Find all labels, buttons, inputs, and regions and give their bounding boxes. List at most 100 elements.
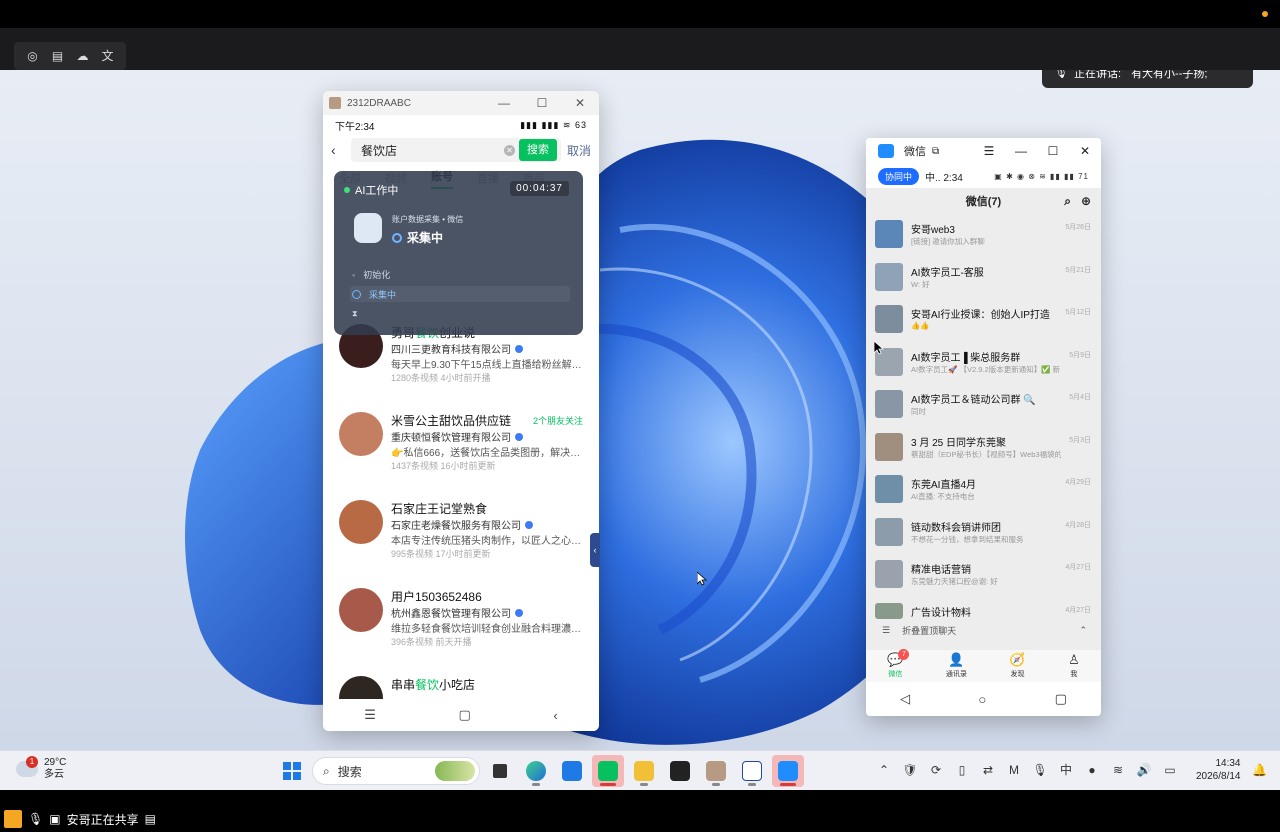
phone-window-titlebar[interactable]: 2312DRAABC — ☐ ✕ bbox=[323, 91, 599, 115]
cancel-button[interactable]: 取消 bbox=[567, 142, 591, 159]
clock-date: 2026/8/14 bbox=[1196, 771, 1241, 782]
step-dot-icon: ◦ bbox=[352, 269, 356, 280]
m-tray-icon[interactable]: M bbox=[1006, 763, 1022, 777]
add-icon[interactable]: ⊕ bbox=[1081, 194, 1091, 209]
verified-icon bbox=[525, 520, 533, 529]
security-icon[interactable]: 🛡 bbox=[902, 763, 918, 777]
minimize-button[interactable]: — bbox=[485, 96, 523, 110]
microphone-icon[interactable]: 🎙 bbox=[1032, 763, 1048, 777]
ai-panel-header: AI工作中 bbox=[344, 182, 398, 198]
chat-item[interactable]: 广告设计物料 4月27日 bbox=[866, 597, 1101, 619]
input-language[interactable]: 中 bbox=[1058, 761, 1074, 778]
recent-apps-button[interactable]: ▢ bbox=[1055, 691, 1067, 707]
wifi-icon[interactable]: ≋ bbox=[1110, 763, 1126, 777]
annotate-icon[interactable]: ▤ bbox=[51, 49, 65, 63]
clear-icon[interactable]: ✕ bbox=[503, 144, 515, 156]
clock-time: 14:34 bbox=[1215, 758, 1241, 769]
tab-contacts[interactable]: 👤 通讯录 bbox=[946, 653, 967, 679]
chat-item[interactable]: AI数字员工-客服 W: 好 5月21日 bbox=[866, 257, 1101, 300]
avatar bbox=[339, 588, 383, 632]
start-button[interactable] bbox=[276, 755, 308, 787]
speaking-label: 正在讲话: bbox=[1074, 70, 1122, 80]
sync-icon[interactable]: ⟳ bbox=[928, 763, 944, 777]
home-button[interactable]: ○ bbox=[978, 692, 986, 707]
copy-window-icon[interactable]: ⧉ bbox=[932, 146, 939, 157]
wechat-titlebar[interactable]: 微信 ⧉ ☰ — ☐ ✕ bbox=[866, 138, 1101, 164]
usb-icon[interactable]: ▯ bbox=[954, 763, 970, 777]
minimize-button[interactable]: — bbox=[1005, 144, 1037, 158]
maximize-button[interactable]: ☐ bbox=[1037, 144, 1069, 158]
collab-badge[interactable]: 协同中 bbox=[878, 167, 920, 185]
taskbar-apps: ⌕ 搜索 bbox=[276, 755, 804, 787]
battery-icon[interactable]: ▭ bbox=[1162, 763, 1178, 777]
chat-item[interactable]: 精准电话营销 东莞魅力天猪口腔@谢: 好 4月27日 bbox=[866, 554, 1101, 597]
active-dot-icon bbox=[344, 187, 350, 193]
list-item[interactable]: 米雪公主甜饮品供应链 2个朋友关注 重庆顿恒餐饮管理有限公司 👉私信666，送餐… bbox=[323, 404, 599, 492]
avatar bbox=[339, 500, 383, 544]
back-arrow-icon[interactable]: ‹ bbox=[331, 142, 345, 158]
notification-icon[interactable]: 🔔 bbox=[1252, 763, 1267, 777]
home-button[interactable]: ▢ bbox=[459, 707, 471, 723]
task-view-icon bbox=[493, 764, 507, 778]
step-collecting: 采集中 bbox=[350, 286, 570, 302]
phone-status-icons: ▮▮▮ ▮▮▮ ≋ 63 bbox=[520, 119, 587, 130]
weather-widget[interactable]: 1 29°C 多云 bbox=[16, 756, 66, 781]
search-button[interactable]: 搜索 bbox=[518, 139, 557, 161]
chat-preview: 不想花一分钱，想拿到结果和服务 bbox=[911, 534, 1024, 544]
tab-discover[interactable]: 🧭 发现 bbox=[1009, 653, 1025, 679]
chat-item[interactable]: 安哥web3 [链接] 邀请你加入群聊 5月26日 bbox=[866, 214, 1101, 257]
chat-item[interactable]: AI数字员工▐ 柴总服务群 AI数字员工🚀 【V2.9.2版本更新通知】✅ 新…… bbox=[866, 342, 1101, 385]
taskbar-search-placeholder: 搜索 bbox=[337, 764, 362, 779]
fold-pinned-chats[interactable]: ☰ 折叠置顶聊天 ⌃ bbox=[866, 619, 1101, 643]
taskbar-search[interactable]: ⌕ 搜索 bbox=[312, 757, 480, 785]
chat-title: AI数字员工▐ 柴总服务群 bbox=[911, 352, 1021, 364]
share-toolbar: ◎ ▤ ☁ 文 bbox=[0, 28, 1280, 70]
phone-mirror-taskbar-button[interactable] bbox=[700, 755, 732, 787]
phone-window-title: 2312DRAABC bbox=[347, 97, 411, 109]
chevron-up-icon[interactable]: ⌃ bbox=[876, 763, 892, 777]
ai-timer: 00:04:37 bbox=[510, 181, 569, 196]
list-item[interactable]: 石家庄王记堂熟食 石家庄老燥餐饮服务有限公司 本店专注传统压猪头肉制作，以匠人之… bbox=[323, 492, 599, 580]
account-list: 勇哥餐饮创业说 四川三更教育科技有限公司 每天早上9.30下午15点线上直播给粉… bbox=[323, 316, 599, 720]
task-view-button[interactable] bbox=[484, 755, 516, 787]
side-collapse-tab[interactable]: ‹ bbox=[590, 533, 600, 567]
edge-button[interactable] bbox=[520, 755, 552, 787]
search-icon[interactable]: ⌕ bbox=[1064, 194, 1071, 209]
tab-me[interactable]: ♙ 我 bbox=[1068, 653, 1080, 679]
account-org: 重庆顿恒餐饮管理有限公司 bbox=[391, 429, 599, 444]
volume-icon[interactable]: 🔊 bbox=[1136, 763, 1152, 777]
m-app-button[interactable] bbox=[736, 755, 768, 787]
search-input[interactable]: 餐饮店 ✕ 搜索 bbox=[351, 138, 561, 162]
back-button[interactable]: ◁ bbox=[900, 691, 910, 707]
photos-icon bbox=[562, 761, 582, 781]
clock[interactable]: 14:34 2026/8/14 bbox=[1196, 757, 1241, 783]
chat-date: 4月28日 bbox=[1065, 521, 1091, 529]
recent-apps-button[interactable]: ☰ bbox=[364, 707, 376, 723]
collab-app-button[interactable] bbox=[772, 755, 804, 787]
chat-item[interactable]: 3 月 25 日同学东莞聚 蔡甜甜（EDP秘书长）【视频号】Web3福袋的… 5… bbox=[866, 427, 1101, 470]
close-button[interactable]: ✕ bbox=[561, 96, 599, 110]
menu-icon[interactable]: ☰ bbox=[973, 144, 1005, 158]
cloud-record-icon[interactable]: ☁ bbox=[76, 49, 90, 63]
chat-item[interactable]: AI数字员工＆链动公司群 🔍 同时 5月4日 bbox=[866, 384, 1101, 427]
tab-chats[interactable]: 💬 7 微信 bbox=[887, 649, 910, 679]
transfer-icon[interactable]: ⇄ bbox=[980, 763, 996, 777]
wechat-taskbar-button[interactable] bbox=[592, 755, 624, 787]
chat-avatar bbox=[875, 432, 903, 461]
back-button[interactable]: ‹ bbox=[553, 708, 557, 723]
chat-item[interactable]: 安哥AI行业授课：创始人IP打造 👍👍 5月12日 bbox=[866, 299, 1101, 342]
list-item[interactable]: 用户1503652486 杭州鑫恩餐饮管理有限公司 维拉多轻食餐饮培训轻食创业融… bbox=[323, 580, 599, 668]
chat-item[interactable]: 链动数科会销讲师团 不想花一分钱，想拿到结果和服务 4月28日 bbox=[866, 512, 1101, 555]
close-button[interactable]: ✕ bbox=[1069, 144, 1101, 158]
chat-avatar bbox=[875, 390, 903, 418]
maximize-button[interactable]: ☐ bbox=[523, 96, 561, 110]
hide-view-icon[interactable]: ◎ bbox=[26, 49, 40, 63]
friends-follow-badge: 2个朋友关注 bbox=[532, 416, 583, 426]
file-explorer-button[interactable] bbox=[628, 755, 660, 787]
translate-icon[interactable]: 文 bbox=[101, 49, 115, 63]
chat-item[interactable]: 东莞AI直播4月 AI直播: 不支持电台 4月29日 bbox=[866, 469, 1101, 512]
wechat-tray-icon[interactable]: ● bbox=[1084, 763, 1100, 777]
photos-button[interactable] bbox=[556, 755, 588, 787]
terminal-icon bbox=[670, 761, 690, 781]
terminal-button[interactable] bbox=[664, 755, 696, 787]
